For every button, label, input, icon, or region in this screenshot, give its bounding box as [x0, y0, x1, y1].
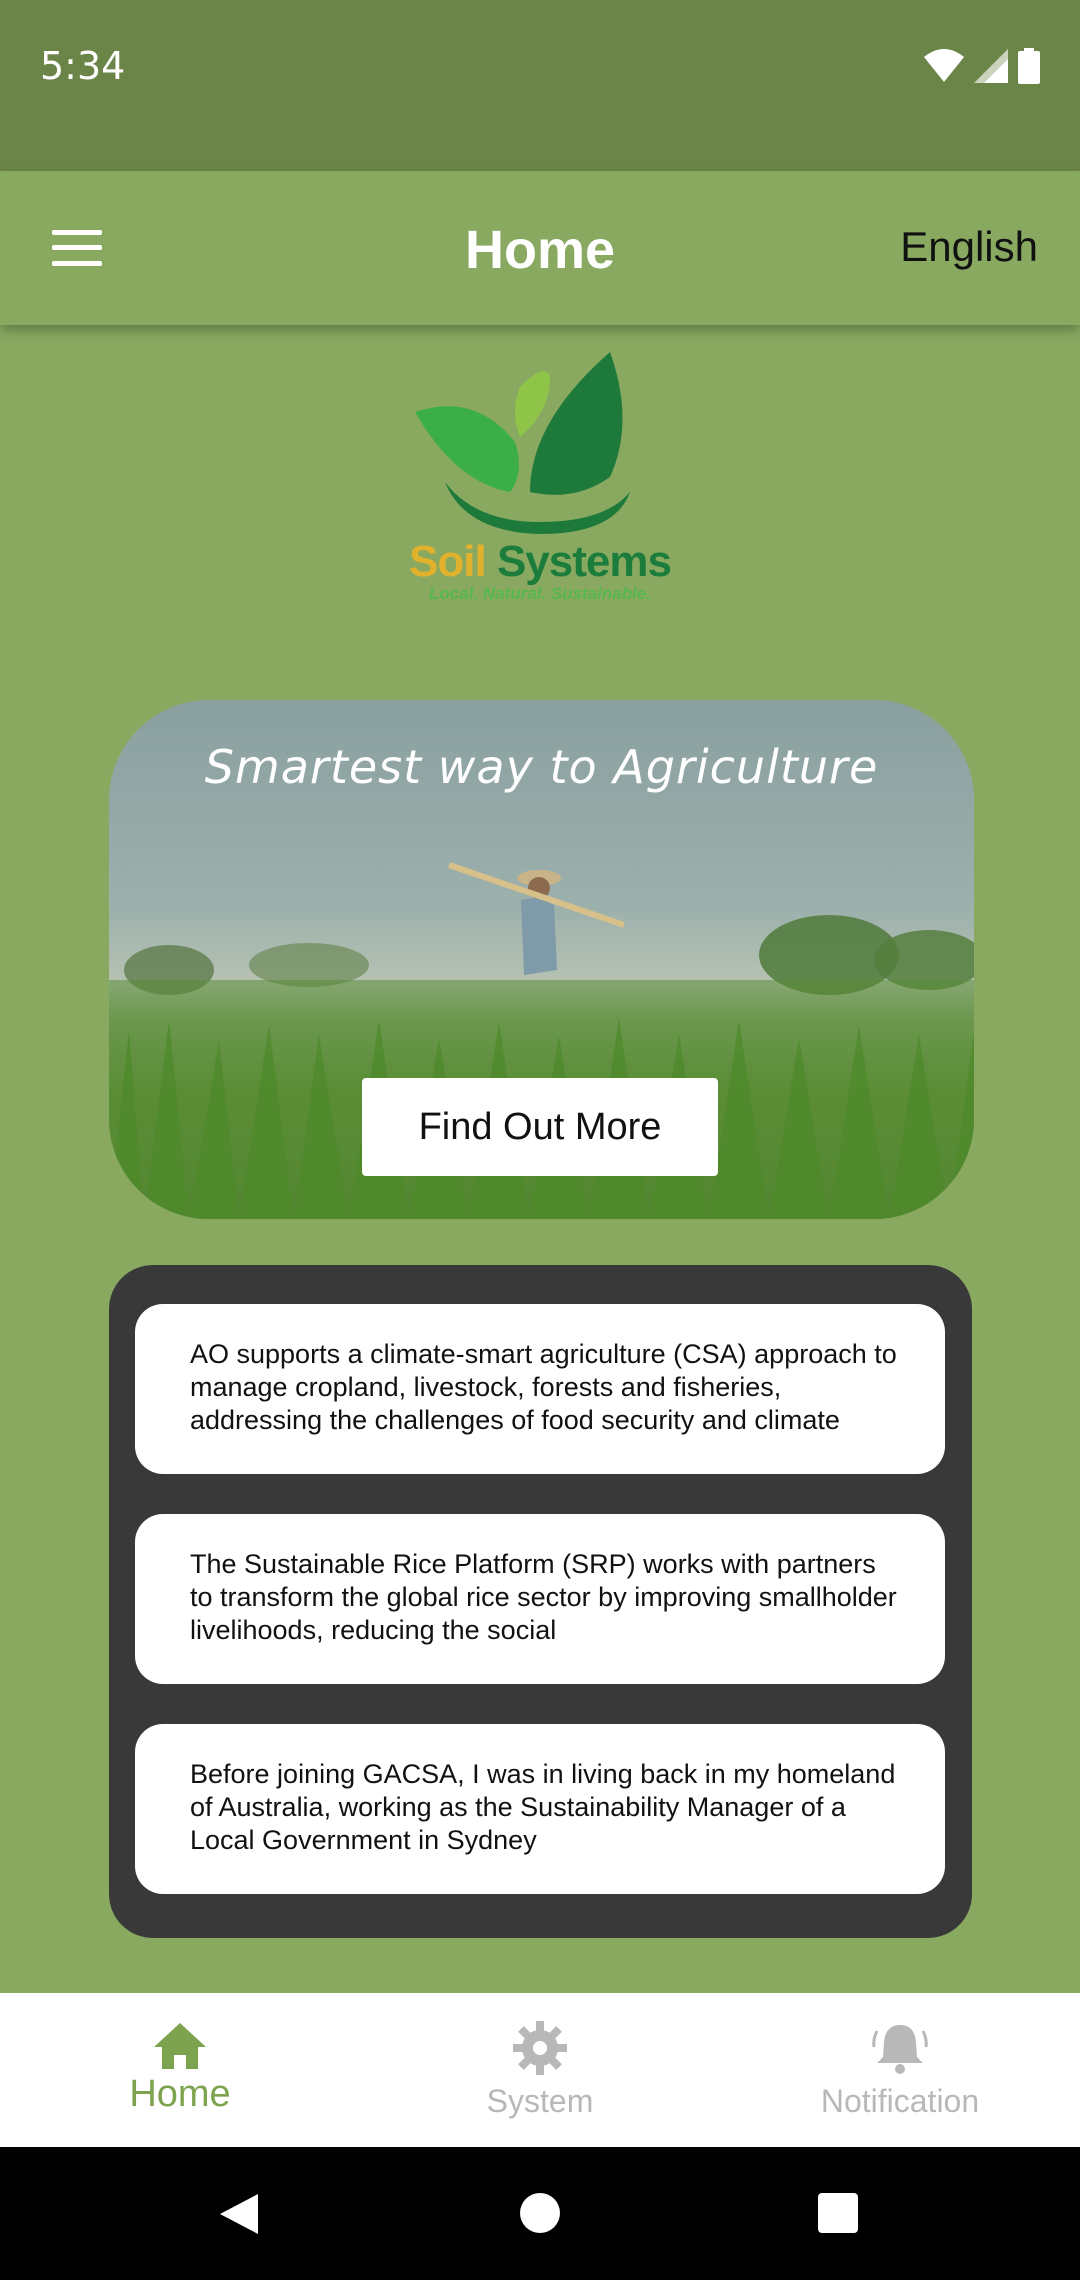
- brand-name-part1: Soil: [409, 537, 487, 586]
- bell-icon: [872, 2025, 928, 2074]
- language-selector[interactable]: English: [900, 223, 1038, 271]
- status-bar: 5:34: [0, 0, 1080, 171]
- back-icon[interactable]: [218, 2192, 260, 2236]
- system-navigation-bar: [0, 2147, 1080, 2280]
- nav-system[interactable]: System: [360, 1993, 720, 2147]
- app-bar: Home English: [0, 171, 1080, 325]
- hero-banner: Smartest way to Agriculture Find Out Mor…: [109, 700, 974, 1219]
- brand-name: Soil Systems: [405, 537, 675, 587]
- brand-tagline: Local. Natural. Sustainable.: [428, 584, 651, 603]
- gear-icon: [513, 2021, 567, 2075]
- menu-icon[interactable]: [52, 230, 102, 266]
- brand-name-part2: Systems: [496, 537, 672, 586]
- status-icons: [924, 48, 1040, 84]
- status-time: 5:34: [40, 44, 126, 88]
- news-panel: AO supports a climate-smart agriculture …: [109, 1265, 972, 1938]
- wifi-icon: [924, 49, 964, 82]
- nav-notification-label: Notification: [820, 2083, 980, 2119]
- bottom-navigation: Home System Notification: [0, 1993, 1080, 2147]
- recent-apps-icon[interactable]: [818, 2193, 858, 2233]
- nav-home[interactable]: Home: [0, 1993, 360, 2147]
- nav-home-label: Home: [129, 2073, 231, 2115]
- hero-title: Smartest way to Agriculture: [204, 740, 879, 794]
- home-icon: [154, 2023, 206, 2069]
- nav-system-label: System: [486, 2083, 594, 2119]
- nav-notification[interactable]: Notification: [720, 1993, 1080, 2147]
- news-card[interactable]: The Sustainable Rice Platform (SRP) work…: [135, 1514, 945, 1684]
- farmer-figure: [448, 862, 625, 975]
- find-out-more-button[interactable]: Find Out More: [362, 1078, 718, 1176]
- leaf-logo-icon: [415, 352, 630, 534]
- news-card[interactable]: Before joining GACSA, I was in living ba…: [135, 1724, 945, 1894]
- battery-icon: [1018, 48, 1040, 84]
- home-circle-icon[interactable]: [520, 2193, 560, 2233]
- news-card[interactable]: AO supports a climate-smart agriculture …: [135, 1304, 945, 1474]
- signal-icon: [974, 49, 1008, 83]
- soil-systems-logo: Soil Systems Local. Natural. Sustainable…: [405, 352, 675, 607]
